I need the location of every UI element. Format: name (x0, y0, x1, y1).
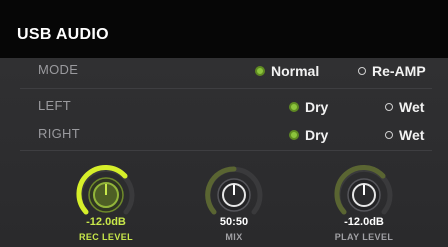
rec-level-knob[interactable] (71, 160, 141, 222)
play-level-value: -12.0dB (344, 216, 384, 228)
radio-unselected-icon (385, 103, 393, 111)
right-wet-radio[interactable]: Wet (385, 127, 424, 143)
mode-reamp-radio[interactable]: Re-AMP (358, 63, 426, 79)
left-label: LEFT (38, 98, 71, 113)
right-wet-label: Wet (399, 127, 425, 143)
radio-selected-icon (289, 130, 299, 140)
play-level-knob[interactable] (329, 160, 399, 222)
left-dry-label: Dry (305, 99, 329, 115)
mix-knob[interactable] (199, 160, 269, 222)
right-label: RIGHT (38, 126, 80, 141)
header-bar: USB AUDIO (0, 0, 448, 58)
mix-label: MIX (225, 232, 243, 242)
radio-unselected-icon (358, 67, 366, 75)
divider (20, 88, 432, 89)
mix-value: 50:50 (219, 216, 249, 228)
rec-level-value: -12.0dB (86, 216, 126, 228)
left-dry-radio[interactable]: Dry (289, 99, 328, 115)
right-dry-label: Dry (305, 127, 329, 143)
mode-reamp-label: Re-AMP (372, 63, 426, 79)
radio-unselected-icon (385, 131, 393, 139)
play-level-label: PLAY LEVEL (334, 232, 394, 242)
rec-level-label: REC LEVEL (78, 232, 134, 242)
left-wet-label: Wet (399, 99, 425, 115)
mode-label: MODE (38, 62, 79, 77)
radio-selected-icon (255, 66, 265, 76)
mode-normal-radio[interactable]: Normal (255, 63, 319, 79)
left-wet-radio[interactable]: Wet (385, 99, 424, 115)
mix-knob-dial (205, 166, 263, 215)
play-level-knob-dial (334, 164, 393, 215)
page-title: USB AUDIO (17, 26, 109, 43)
mode-normal-label: Normal (271, 63, 320, 79)
radio-selected-icon (289, 102, 299, 112)
rec-level-knob-dial (76, 164, 135, 215)
right-dry-radio[interactable]: Dry (289, 127, 328, 143)
divider (20, 150, 432, 151)
